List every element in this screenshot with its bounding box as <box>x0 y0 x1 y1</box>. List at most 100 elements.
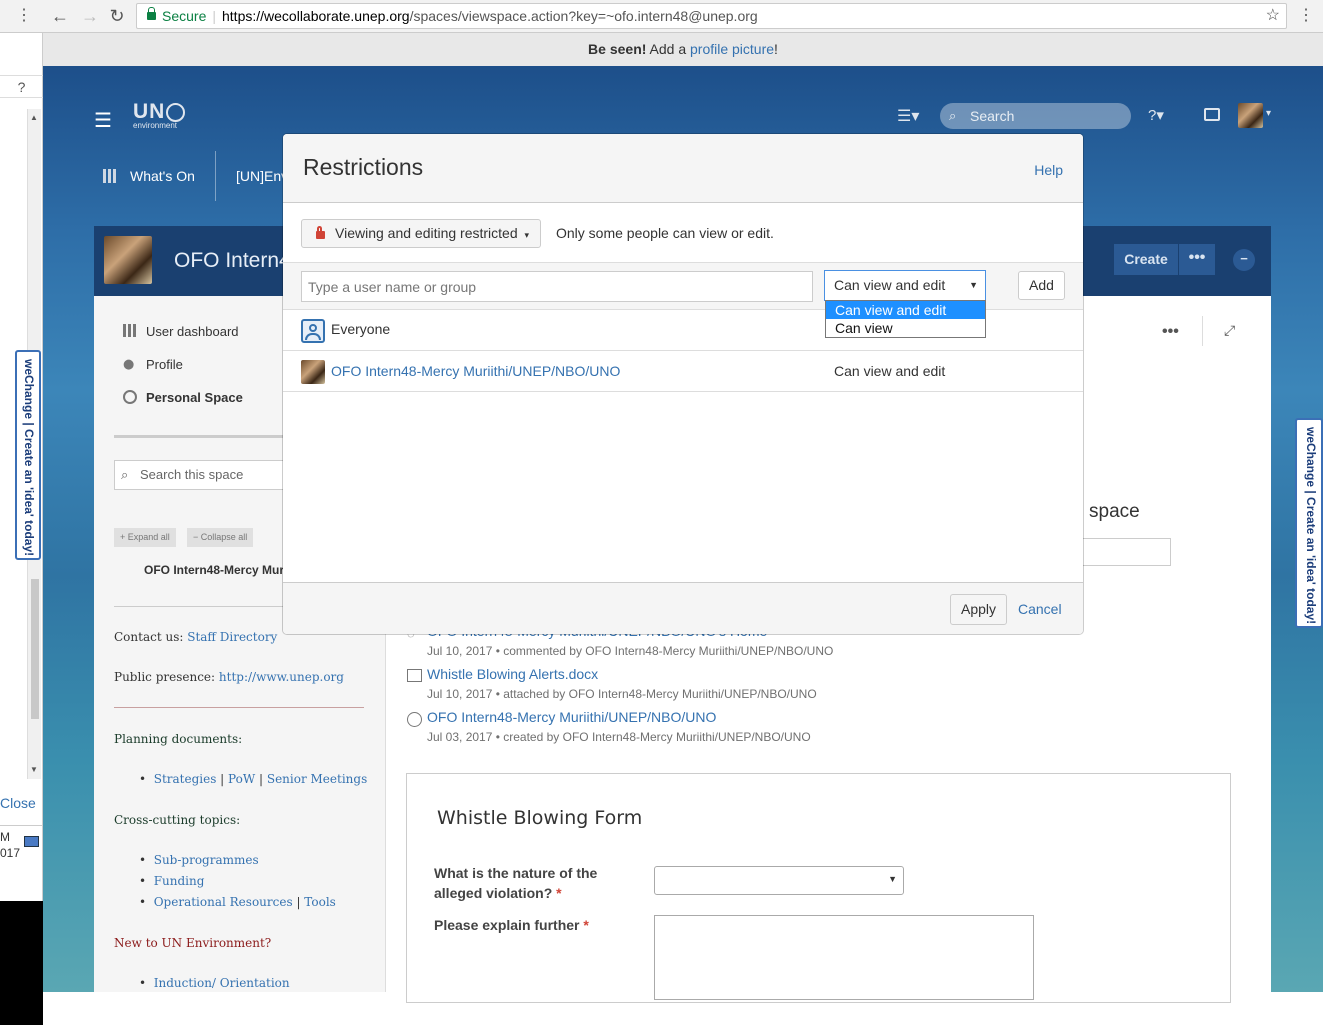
question-nature-label: What is the nature of the alleged violat… <box>434 863 597 903</box>
user-avatar <box>301 360 325 384</box>
nav-divider <box>215 151 216 201</box>
senior-meetings-link[interactable]: Senior Meetings <box>267 772 367 786</box>
new-item: • Induction/ Orientation <box>139 976 290 990</box>
explain-textarea[interactable] <box>654 915 1034 1000</box>
strategies-link[interactable]: Strategies <box>154 772 217 786</box>
row-name[interactable]: OFO Intern48-Mercy Muriithi/UNEP/NBO/UNO <box>331 363 620 379</box>
activity-meta: Jul 10, 2017 • attached by OFO Intern48-… <box>427 687 817 701</box>
profile-picture-link[interactable]: profile picture <box>690 41 774 57</box>
space-search-input[interactable]: ⌕ Search this space <box>114 460 286 490</box>
taskbar <box>0 901 43 1025</box>
help-icon[interactable]: ? <box>0 75 43 98</box>
permission-select[interactable]: Can view and edit ▼ <box>824 270 986 301</box>
collapse-header-icon[interactable]: − <box>1233 249 1255 271</box>
avatar-caret-icon[interactable]: ▾ <box>1266 108 1271 119</box>
browser-toolbar: ⋮ ← → ↻ Secure | https://wecollaborate.une… <box>0 0 1323 33</box>
user-group-input[interactable] <box>301 271 813 302</box>
notifications-icon[interactable] <box>1204 108 1220 121</box>
back-icon[interactable]: ← <box>48 4 72 28</box>
clock: M 017 <box>0 825 43 865</box>
dialog-title: Restrictions <box>303 154 424 180</box>
activity-meta: Jul 10, 2017 • commented by OFO Intern48… <box>427 644 834 658</box>
collapse-all-label: Collapse all <box>200 532 248 542</box>
pow-link[interactable]: PoW <box>228 772 255 786</box>
more-actions-icon[interactable]: ••• <box>1179 244 1215 275</box>
planning-heading: Planning documents: <box>114 732 243 746</box>
scrollbar-thumb[interactable] <box>31 579 39 719</box>
staff-directory-link[interactable]: Staff Directory <box>187 630 277 644</box>
space-input[interactable] <box>1079 538 1171 566</box>
search-icon: ⌕ <box>121 467 129 482</box>
permission-selected: Can view and edit <box>834 277 946 293</box>
presence-label: Public presence: <box>114 670 219 684</box>
activity-title[interactable]: OFO Intern48-Mercy Muriithi/UNEP/NBO/UNO <box>427 709 716 725</box>
nature-select[interactable]: ▼ <box>654 866 904 895</box>
restriction-type-label: Viewing and editing restricted <box>335 225 518 241</box>
restriction-bar: Viewing and editing restricted ▾ Only so… <box>283 203 1083 263</box>
close-link[interactable]: Close <box>0 795 36 811</box>
help-link[interactable]: Help <box>1034 162 1063 178</box>
collapse-all-button[interactable]: − Collapse all <box>187 528 254 547</box>
apply-button[interactable]: Apply <box>950 594 1007 625</box>
tools-link[interactable]: Tools <box>304 895 336 909</box>
whistle-blowing-form: Whistle Blowing Form What is the nature … <box>406 773 1231 1003</box>
page-more-icon[interactable]: ••• <box>1162 323 1179 341</box>
whats-on-link[interactable]: What's On <box>130 168 195 184</box>
option-can-view-and-edit[interactable]: Can view and edit <box>826 301 985 319</box>
un-logo[interactable]: UN environment <box>133 100 185 130</box>
crosscut-item: • Sub-programmes <box>139 853 259 867</box>
forward-icon[interactable]: → <box>78 4 102 28</box>
sub-programmes-link[interactable]: Sub-programmes <box>154 853 259 867</box>
personal-space-link[interactable]: Personal Space <box>146 390 243 405</box>
url-host: https://wecollaborate.unep.org <box>222 8 410 24</box>
select-caret-icon: ▼ <box>888 874 897 884</box>
create-button[interactable]: Create <box>1114 244 1178 275</box>
planning-links: • Strategies | PoW | Senior Meetings <box>139 772 368 786</box>
search-input[interactable]: ⌕ Search <box>940 103 1131 129</box>
form-title: Whistle Blowing Form <box>437 807 643 829</box>
required-mark: * <box>583 917 589 933</box>
list-menu-icon[interactable]: ☰▾ <box>897 106 919 126</box>
q1-line-2: alleged violation? <box>434 885 553 901</box>
add-button[interactable]: Add <box>1018 271 1065 300</box>
activity-title[interactable]: Whistle Blowing Alerts.docx <box>427 666 598 682</box>
page-tree-item[interactable]: OFO Intern48-Mercy Mur <box>144 563 284 577</box>
hamburger-icon[interactable]: ☰ <box>94 108 112 133</box>
grid-icon <box>103 169 117 183</box>
expand-all-button[interactable]: + Expand all <box>114 528 176 547</box>
fullscreen-icon[interactable]: ⤢ <box>1224 322 1235 339</box>
option-can-view[interactable]: Can view <box>826 319 985 337</box>
funding-link[interactable]: Funding <box>154 874 205 888</box>
user-avatar[interactable] <box>1238 103 1263 128</box>
url-path: /spaces/viewspace.action?key=~ofo.intern… <box>409 8 758 24</box>
restriction-type-dropdown[interactable]: Viewing and editing restricted ▾ <box>301 219 541 248</box>
wechange-tab-right[interactable]: weChange | Create an 'idea' today! <box>1295 418 1323 628</box>
logo-sub: environment <box>133 121 178 130</box>
required-mark: * <box>556 885 562 901</box>
help-menu-icon[interactable]: ?▾ <box>1148 106 1164 124</box>
activity-meta: Jul 03, 2017 • created by OFO Intern48-M… <box>427 730 811 744</box>
dialog-footer: Apply Cancel <box>283 582 1083 634</box>
user-dashboard-link[interactable]: User dashboard <box>146 324 239 339</box>
crosscut-item: • Funding <box>139 874 205 888</box>
address-bar[interactable]: Secure | https://wecollaborate.unep.org/sp… <box>136 3 1287 29</box>
more-vert-icon[interactable]: ⋮ <box>12 4 36 28</box>
space-search-placeholder: Search this space <box>140 467 244 482</box>
operational-resources-link[interactable]: Operational Resources <box>154 895 293 909</box>
permission-options-list: Can view and edit Can view <box>825 300 986 338</box>
bookmark-star-icon[interactable]: ☆ <box>1266 4 1280 28</box>
unep-website-link[interactable]: http://www.unep.org <box>219 670 344 684</box>
monitor-icon <box>24 836 39 847</box>
reload-icon[interactable]: ↻ <box>105 4 129 28</box>
induction-link[interactable]: Induction/ Orientation <box>154 976 290 990</box>
un-env-link[interactable]: [UN]Env <box>236 168 288 184</box>
group-icon <box>301 319 325 343</box>
wechange-tab-left[interactable]: weChange | Create an 'idea' today! <box>15 350 41 560</box>
scroll-up-icon[interactable]: ▲ <box>30 113 38 122</box>
cancel-button[interactable]: Cancel <box>1018 601 1062 617</box>
profile-link[interactable]: Profile <box>146 357 183 372</box>
scroll-down-icon[interactable]: ▼ <box>30 765 38 774</box>
row-permission[interactable]: Can view and edit <box>834 363 945 379</box>
space-heading-fragment: space <box>1089 501 1140 522</box>
browser-menu-icon[interactable]: ⋮ <box>1294 4 1318 28</box>
